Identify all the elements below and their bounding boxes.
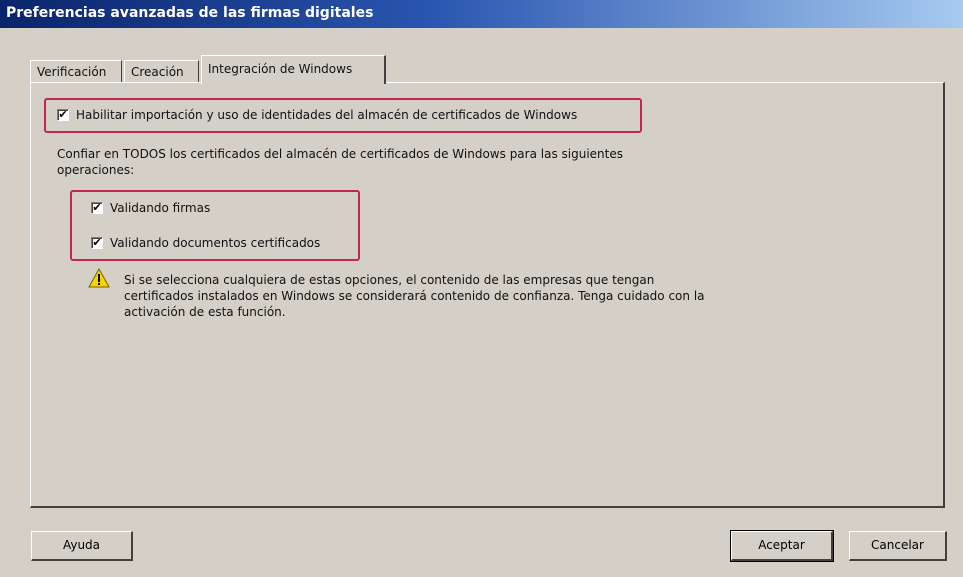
- warning-text-line2: certificados instalados en Windows se co…: [124, 289, 705, 303]
- validating-certified-docs-checkbox[interactable]: ✔: [91, 237, 103, 249]
- validating-signatures-label: Validando firmas: [110, 201, 211, 215]
- enable-import-checkbox-row[interactable]: ✔ Habilitar importación y uso de identid…: [57, 108, 577, 122]
- trust-description-line1: Confiar en TODOS los certificados del al…: [57, 147, 623, 161]
- warning-text-line3: activación de esta función.: [124, 305, 286, 319]
- enable-import-label: Habilitar importación y uso de identidad…: [76, 108, 578, 122]
- panel-content: ✔ Habilitar importación y uso de identid…: [0, 0, 963, 577]
- validating-signatures-row[interactable]: ✔ Validando firmas: [91, 201, 210, 215]
- trust-description-line2: operaciones:: [57, 163, 135, 177]
- warning-text-line1: Si se selecciona cualquiera de estas opc…: [124, 273, 655, 287]
- validating-certified-docs-label: Validando documentos certificados: [110, 236, 321, 250]
- preferences-dialog: Preferencias avanzadas de las firmas dig…: [0, 0, 963, 577]
- enable-import-checkbox[interactable]: ✔: [57, 109, 69, 121]
- validating-signatures-checkbox[interactable]: ✔: [91, 202, 103, 214]
- validating-certified-docs-row[interactable]: ✔ Validando documentos certificados: [91, 236, 320, 250]
- warning-icon: [88, 268, 110, 288]
